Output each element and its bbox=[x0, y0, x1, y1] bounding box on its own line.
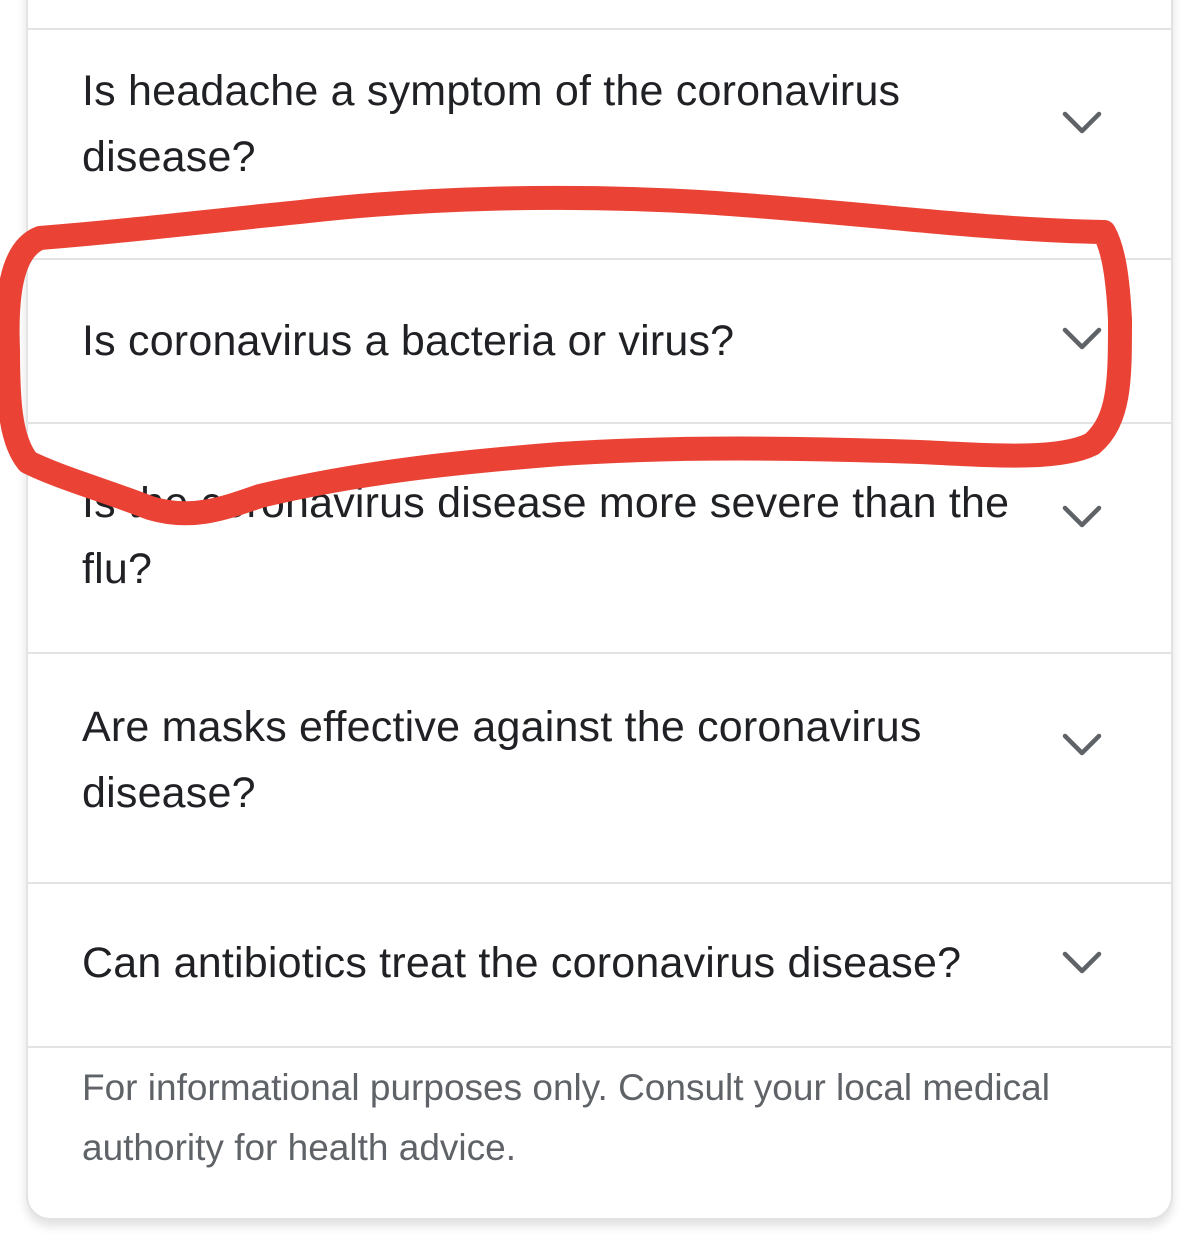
faq-item-masks[interactable]: Are masks effective against the coronavi… bbox=[28, 654, 1171, 882]
faq-question: Is the coronavirus disease more severe t… bbox=[82, 479, 1010, 593]
chevron-down-icon[interactable] bbox=[1062, 326, 1102, 352]
faq-item-antibiotics[interactable]: Can antibiotics treat the coronavirus di… bbox=[28, 884, 1171, 1046]
faq-question: Is headache a symptom of the coronavirus… bbox=[82, 67, 901, 181]
faq-card: Is headache a symptom of the coronavirus… bbox=[26, 0, 1173, 1220]
faq-item-headache[interactable]: Is headache a symptom of the coronavirus… bbox=[28, 30, 1171, 258]
faq-question: Is coronavirus a bacteria or virus? bbox=[82, 317, 735, 365]
faq-question: Can antibiotics treat the coronavirus di… bbox=[82, 939, 962, 987]
divider bbox=[28, 1046, 1171, 1048]
faq-question: Are masks effective against the coronavi… bbox=[82, 703, 922, 817]
chevron-down-icon[interactable] bbox=[1062, 732, 1102, 758]
chevron-down-icon[interactable] bbox=[1062, 110, 1102, 136]
disclaimer-text: For informational purposes only. Consult… bbox=[82, 1067, 1050, 1168]
chevron-down-icon[interactable] bbox=[1062, 950, 1102, 976]
faq-item-severity-vs-flu[interactable]: Is the coronavirus disease more severe t… bbox=[28, 424, 1171, 652]
faq-item-bacteria-or-virus[interactable]: Is coronavirus a bacteria or virus? bbox=[28, 260, 1171, 422]
chevron-down-icon[interactable] bbox=[1062, 504, 1102, 530]
